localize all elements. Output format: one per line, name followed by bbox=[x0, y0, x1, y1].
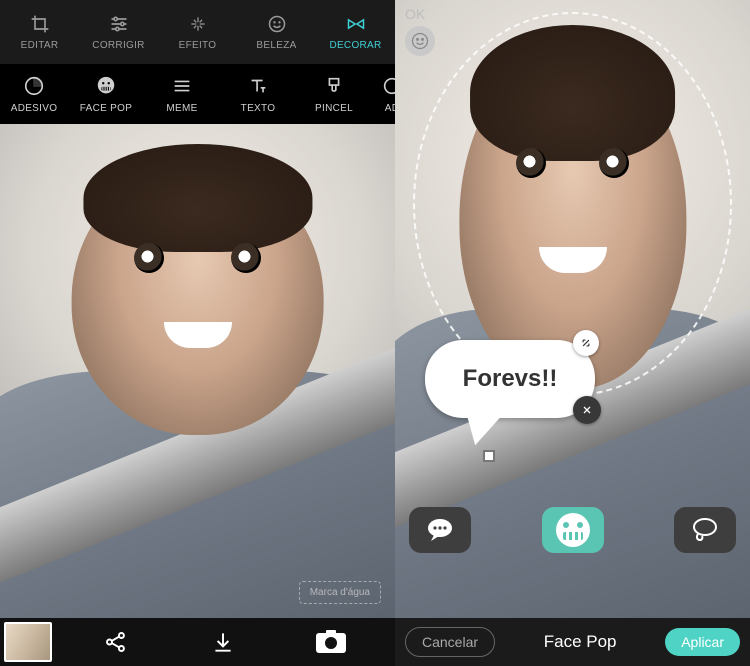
tab-corrigir[interactable]: CORRIGIR bbox=[79, 0, 158, 64]
smile-icon bbox=[266, 14, 288, 34]
facepop-edit-pane: OK Forevs!! bbox=[395, 0, 750, 666]
tab-label: EDITAR bbox=[21, 40, 59, 51]
subtab-label: AD bbox=[385, 103, 395, 114]
circle-icon bbox=[380, 75, 395, 97]
subtab-label: FACE POP bbox=[80, 103, 132, 114]
facepop-canvas[interactable]: OK Forevs!! bbox=[395, 0, 750, 618]
subtab-ad[interactable]: AD bbox=[372, 64, 395, 124]
lasso-tool[interactable] bbox=[674, 507, 736, 553]
subtab-label: MEME bbox=[166, 103, 197, 114]
subtab-label: TEXTO bbox=[241, 103, 276, 114]
sticker-icon bbox=[22, 75, 46, 97]
facepop-tool-row bbox=[395, 498, 750, 562]
tab-label: DECORAR bbox=[329, 40, 381, 51]
meme-icon bbox=[170, 75, 194, 97]
download-button[interactable] bbox=[205, 624, 241, 660]
subtab-texto[interactable]: TEXTO bbox=[220, 64, 296, 124]
brush-icon bbox=[322, 75, 346, 97]
mode-title: Face Pop bbox=[544, 632, 617, 652]
sparkle-icon bbox=[187, 14, 209, 34]
crop-icon bbox=[29, 14, 51, 34]
decorate-sub-tabs: ADESIVO FACE POP MEME TEXTO bbox=[0, 64, 395, 124]
subtab-label: ADESIVO bbox=[11, 103, 58, 114]
apply-button[interactable]: Aplicar bbox=[665, 628, 740, 656]
subtab-pincel[interactable]: PINCEL bbox=[296, 64, 372, 124]
facepop-icon bbox=[94, 75, 118, 97]
apply-label: Aplicar bbox=[681, 634, 724, 650]
text-icon bbox=[246, 75, 270, 97]
grimace-emoji-icon bbox=[556, 513, 590, 547]
cancel-label: Cancelar bbox=[422, 634, 478, 650]
top-tabs: EDITAR CORRIGIR EFEITO BELEZA bbox=[0, 0, 395, 64]
speech-bubble[interactable]: Forevs!! bbox=[425, 340, 595, 418]
bottom-toolbar-left bbox=[0, 618, 395, 666]
delete-handle[interactable] bbox=[573, 396, 601, 424]
subtab-label: PINCEL bbox=[315, 103, 353, 114]
emoji-picker-button[interactable] bbox=[405, 26, 435, 56]
bottom-toolbar-right: Cancelar Face Pop Aplicar bbox=[395, 618, 750, 666]
speech-text: Forevs!! bbox=[463, 365, 558, 393]
tab-editar[interactable]: EDITAR bbox=[0, 0, 79, 64]
subtab-facepop[interactable]: FACE POP bbox=[68, 64, 144, 124]
ok-button[interactable]: OK bbox=[405, 6, 425, 22]
gallery-thumbnail[interactable] bbox=[4, 622, 52, 662]
watermark-label: Marca d'água bbox=[310, 587, 370, 598]
editor-main-pane: EDITAR CORRIGIR EFEITO BELEZA bbox=[0, 0, 395, 666]
ok-label: OK bbox=[405, 6, 425, 22]
tab-beleza[interactable]: BELEZA bbox=[237, 0, 316, 64]
emoji-face-tool[interactable] bbox=[542, 507, 604, 553]
camera-button[interactable] bbox=[313, 624, 349, 660]
share-button[interactable] bbox=[98, 624, 134, 660]
tab-label: BELEZA bbox=[256, 40, 296, 51]
bowtie-icon bbox=[345, 14, 367, 34]
resize-handle[interactable] bbox=[573, 330, 599, 356]
subtab-adesivo[interactable]: ADESIVO bbox=[0, 64, 68, 124]
tab-efeito[interactable]: EFEITO bbox=[158, 0, 237, 64]
cancel-button[interactable]: Cancelar bbox=[405, 627, 495, 657]
sliders-icon bbox=[108, 14, 130, 34]
tab-label: EFEITO bbox=[179, 40, 217, 51]
speech-bubble-tool[interactable] bbox=[409, 507, 471, 553]
photo-placeholder bbox=[0, 124, 395, 618]
subtab-meme[interactable]: MEME bbox=[144, 64, 220, 124]
photo-canvas[interactable]: Marca d'água bbox=[0, 124, 395, 618]
tab-label: CORRIGIR bbox=[92, 40, 144, 51]
tail-handle[interactable] bbox=[483, 450, 495, 462]
tab-decorar[interactable]: DECORAR bbox=[316, 0, 395, 64]
watermark-box[interactable]: Marca d'água bbox=[299, 581, 381, 604]
